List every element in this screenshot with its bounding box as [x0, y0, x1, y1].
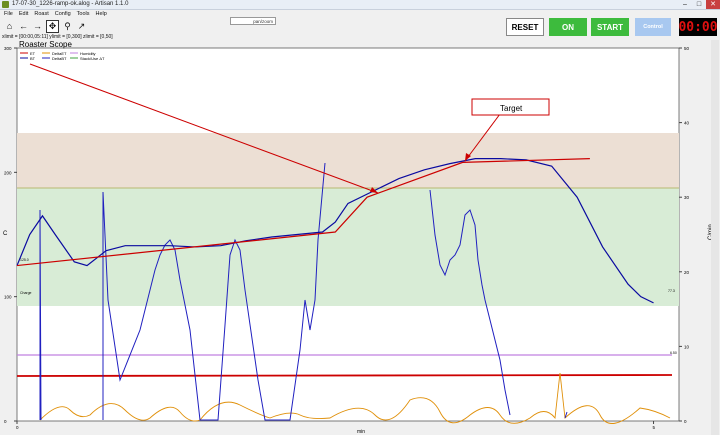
- menu-tools[interactable]: Tools: [77, 10, 90, 18]
- minimize-button[interactable]: –: [678, 0, 692, 9]
- phase-band-green: [17, 188, 679, 306]
- y2-tick-label: 40: [684, 121, 690, 126]
- legend-bt: BT: [30, 56, 36, 61]
- y-axis-label: C: [3, 231, 8, 237]
- phase-band-top: [17, 133, 679, 188]
- title-bar: 17-07-30_1226-ramp-ok.alog - Artisan 1.1…: [0, 0, 720, 10]
- home-icon[interactable]: ⌂: [4, 21, 15, 32]
- chart-title: Roaster Scope: [19, 40, 72, 49]
- roast-chart: Roaster Scope C C/min min 0100200300 010…: [0, 40, 714, 435]
- plot-toolbar: ⌂ ← → ✥ ⚲ ↗: [4, 19, 87, 33]
- menu-help[interactable]: Help: [95, 10, 106, 18]
- lines-icon[interactable]: ↗: [76, 21, 87, 32]
- mode-field[interactable]: pan/zoom: [230, 17, 276, 25]
- maximize-button[interactable]: □: [692, 0, 706, 9]
- app-icon: [2, 1, 9, 8]
- et-line: [16, 374, 673, 377]
- window-controls: – □ ✕: [678, 0, 720, 9]
- pan-icon[interactable]: ✥: [46, 19, 59, 33]
- end-top-label: 77.3: [668, 289, 675, 293]
- y2-tick-label: 30: [684, 195, 690, 200]
- timer-lcd: 00:00: [678, 18, 718, 36]
- zoom-icon[interactable]: ⚲: [62, 21, 73, 32]
- close-button[interactable]: ✕: [706, 0, 720, 9]
- y2-tick-label: 50: [684, 46, 690, 51]
- legend-delta-bt: DeltaBT: [52, 56, 67, 61]
- y2-tick-label: 10: [684, 344, 690, 349]
- end-bottom-label: 6.50: [670, 351, 677, 355]
- forward-icon[interactable]: →: [32, 21, 43, 32]
- y-tick-label: 200: [4, 170, 12, 175]
- y-tick-label: 100: [4, 295, 12, 300]
- legend-stack: Stack/Use ΔT: [80, 56, 105, 61]
- menu-bar: File Edit Roast Config Tools Help: [0, 10, 107, 18]
- bt-start-label: 125.0: [20, 258, 29, 262]
- reset-button[interactable]: RESET: [506, 18, 544, 36]
- legend: ET BT DeltaET DeltaBT Humidity Stack/Use…: [20, 51, 105, 61]
- vertical-scrollbar[interactable]: [711, 40, 719, 435]
- back-icon[interactable]: ←: [18, 21, 29, 32]
- x-axis-label: min: [357, 429, 365, 435]
- y2-tick-label: 20: [684, 270, 690, 275]
- menu-roast[interactable]: Roast: [34, 10, 48, 18]
- control-button[interactable]: Control: [635, 18, 671, 36]
- on-button[interactable]: ON: [549, 18, 587, 36]
- menu-file[interactable]: File: [4, 10, 13, 18]
- start-button[interactable]: START: [591, 18, 629, 36]
- charge-label: Charge: [20, 291, 32, 295]
- target-annotation-label: Target: [500, 104, 523, 113]
- menu-config[interactable]: Config: [55, 10, 71, 18]
- y-tick-label: 300: [4, 46, 12, 51]
- window-title: 17-07-30_1226-ramp-ok.alog - Artisan 1.1…: [12, 1, 129, 7]
- menu-edit[interactable]: Edit: [19, 10, 28, 18]
